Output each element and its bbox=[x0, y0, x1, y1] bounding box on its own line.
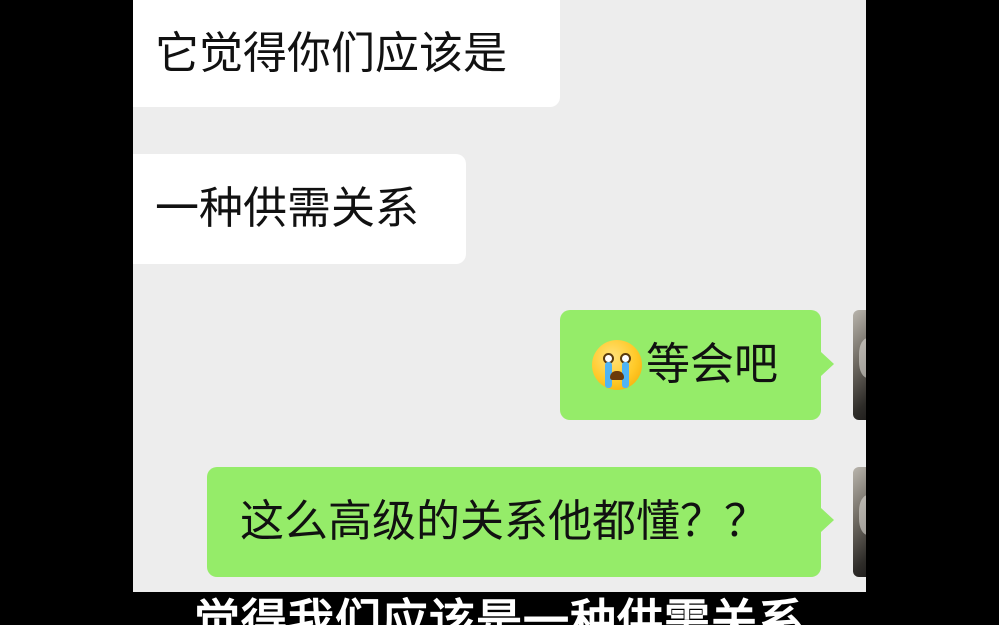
bubble-tail bbox=[821, 508, 834, 532]
user-avatar[interactable] bbox=[853, 310, 866, 420]
chat-screenshot: 它觉得你们应该是 一种供需关系 等会吧 这么高级的关系他都懂？？ bbox=[133, 0, 866, 592]
outgoing-message-bubble[interactable]: 等会吧 bbox=[560, 310, 821, 420]
message-text: 一种供需关系 bbox=[155, 183, 419, 234]
message-text: 这么高级的关系他都懂？？ bbox=[240, 496, 768, 547]
loudly-crying-face-icon bbox=[592, 340, 642, 390]
outgoing-message-bubble[interactable]: 这么高级的关系他都懂？？ bbox=[207, 467, 821, 577]
bubble-tail bbox=[821, 352, 834, 376]
message-text: 等会吧 bbox=[646, 339, 778, 390]
incoming-message-bubble[interactable]: 一种供需关系 bbox=[133, 154, 466, 264]
message-text: 它觉得你们应该是 bbox=[155, 27, 507, 79]
video-frame: 它觉得你们应该是 一种供需关系 等会吧 这么高级的关系他都懂？？ 觉得我们应该是… bbox=[0, 0, 999, 625]
user-avatar[interactable] bbox=[853, 467, 866, 577]
video-subtitle: 觉得我们应该是一种供需关系 bbox=[0, 588, 999, 625]
incoming-message-bubble[interactable]: 它觉得你们应该是 bbox=[133, 0, 560, 107]
subtitle-text: 觉得我们应该是一种供需关系 bbox=[194, 594, 805, 625]
